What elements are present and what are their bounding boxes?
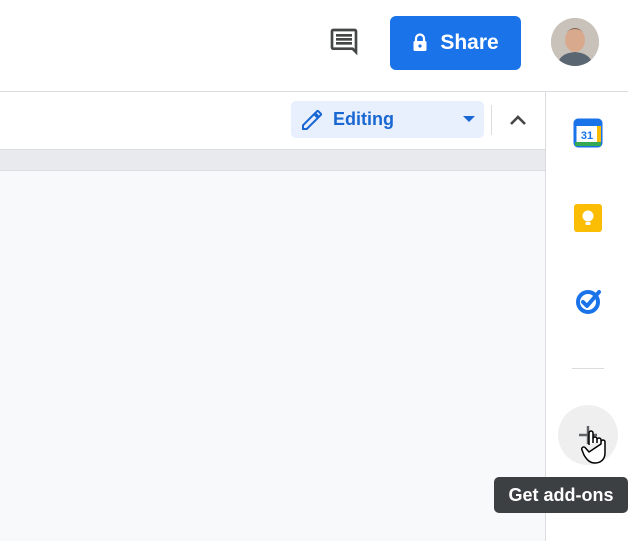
pencil-icon bbox=[300, 108, 324, 132]
hand-cursor-icon bbox=[581, 430, 606, 464]
avatar[interactable] bbox=[551, 18, 599, 66]
calendar-day: 31 bbox=[581, 130, 593, 142]
editing-mode-dropdown[interactable]: Editing bbox=[291, 101, 484, 138]
tasks-button[interactable] bbox=[570, 283, 606, 319]
tasks-icon bbox=[576, 290, 601, 314]
caret-down-icon bbox=[463, 116, 475, 122]
collapse-menus-button[interactable] bbox=[503, 103, 533, 137]
document-toolbar: Editing bbox=[0, 92, 545, 150]
top-header bbox=[0, 0, 628, 92]
add-ons-tooltip: Get add-ons bbox=[494, 477, 628, 513]
side-panel-divider bbox=[572, 368, 604, 369]
calendar-icon: 31 bbox=[573, 118, 603, 148]
editing-mode-label: Editing bbox=[333, 109, 394, 129]
keep-button[interactable] bbox=[570, 200, 606, 236]
share-label: Share bbox=[440, 31, 499, 54]
calendar-button[interactable]: 31 bbox=[570, 115, 606, 151]
share-button[interactable]: Share bbox=[390, 16, 521, 70]
comment-icon bbox=[330, 28, 358, 56]
lock-icon bbox=[412, 33, 428, 53]
comments-button[interactable] bbox=[322, 22, 366, 62]
document-canvas[interactable] bbox=[0, 171, 545, 541]
chevron-up-icon bbox=[510, 115, 526, 125]
toolbar-divider bbox=[491, 105, 492, 135]
keep-icon bbox=[574, 204, 602, 232]
horizontal-ruler bbox=[0, 150, 545, 171]
